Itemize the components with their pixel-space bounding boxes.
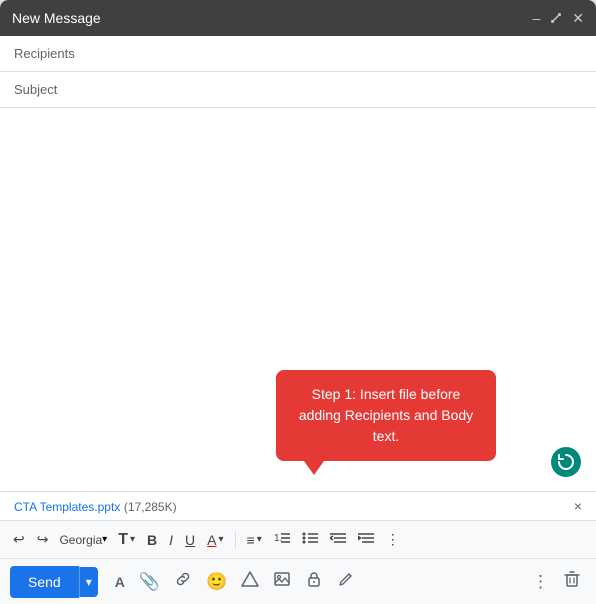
attach-button[interactable]: 📎 [134,567,165,597]
attachment-name: CTA Templates.pptx [14,500,120,514]
pen-button[interactable] [332,565,360,598]
align-button[interactable]: ≡ ▾ [242,528,267,552]
font-color-icon: A [207,532,216,548]
more-formatting-icon: ⋮ [386,531,400,548]
expand-button[interactable] [550,12,562,24]
decrease-indent-button[interactable] [325,527,351,552]
body-area: Step 1: Insert file before adding Recipi… [0,108,596,491]
title-bar: New Message – ✕ [0,0,596,36]
attachment-bar: CTA Templates.pptx (17,285K) × [0,491,596,520]
more-options-icon: ⋮ [532,572,549,592]
format-text-icon: A [115,574,125,590]
bottom-right-icons: ⋮ [527,565,586,598]
tooltip-bubble: Step 1: Insert file before adding Recipi… [276,370,496,461]
photo-icon [273,570,291,593]
italic-icon: I [169,532,173,548]
toolbar-separator-1 [235,531,236,549]
refresh-icon-wrap [550,446,582,481]
increase-indent-icon [358,531,374,548]
decrease-indent-icon [330,531,346,548]
font-dropdown-icon: ▾ [102,534,107,545]
recipients-input[interactable] [14,46,582,61]
undo-button[interactable]: ↩ [8,527,30,552]
subject-row [0,72,596,108]
minimize-button[interactable]: – [532,11,540,25]
font-color-dropdown-icon: ▾ [219,534,224,545]
bold-icon: B [147,532,157,548]
font-size-button[interactable]: T ▾ [113,527,140,553]
bottom-toolbar: Send ▾ A 📎 🙂 [0,558,596,604]
align-dropdown-icon: ▾ [257,534,262,545]
compose-window: New Message – ✕ Step 1: Insert [0,0,596,604]
emoji-icon: 🙂 [206,572,227,592]
underline-button[interactable]: U [180,528,200,552]
send-dropdown-button[interactable]: ▾ [79,567,98,597]
font-size-icon: T [118,531,128,549]
unordered-list-icon [302,531,318,548]
font-selector[interactable]: Georgia ▾ [55,530,111,550]
tooltip-text: Step 1: Insert file before adding Recipi… [299,386,473,444]
tooltip-wrapper: Step 1: Insert file before adding Recipi… [276,370,496,461]
link-icon [174,570,192,593]
formatting-toolbar: ↩ ↪ Georgia ▾ T ▾ B I U A ▾ ≡ ▾ [0,520,596,558]
close-button[interactable]: ✕ [572,11,584,25]
undo-icon: ↩ [13,531,25,548]
attachment-size: (17,285K) [124,500,177,514]
attachment-close-button[interactable]: × [574,498,582,514]
lock-button[interactable] [300,565,328,598]
font-color-button[interactable]: A ▾ [202,528,228,552]
align-icon: ≡ [247,532,255,548]
more-options-button[interactable]: ⋮ [527,567,554,597]
delete-button[interactable] [558,565,586,598]
attach-icon: 📎 [139,572,160,592]
bold-button[interactable]: B [142,528,162,552]
expand-icon [550,12,562,24]
send-button[interactable]: Send [10,566,79,598]
redo-icon: ↪ [37,531,49,548]
drive-button[interactable] [236,565,264,598]
italic-button[interactable]: I [164,528,178,552]
link-button[interactable] [169,565,197,598]
ordered-list-button[interactable]: 1. [269,527,295,552]
pen-icon [337,570,355,593]
photo-button[interactable] [268,565,296,598]
refresh-icon[interactable] [550,446,582,478]
recipients-row [0,36,596,72]
font-size-dropdown-icon: ▾ [130,534,135,545]
underline-icon: U [185,532,195,548]
window-title: New Message [12,10,101,26]
attachment-info: CTA Templates.pptx (17,285K) [14,499,177,514]
trash-icon [563,570,581,593]
font-name-label: Georgia [59,533,102,547]
subject-input[interactable] [14,82,582,97]
lock-icon [305,570,323,593]
format-text-button[interactable]: A [110,569,130,595]
ordered-list-icon: 1. [274,531,290,548]
emoji-button[interactable]: 🙂 [201,567,232,597]
increase-indent-button[interactable] [353,527,379,552]
send-group: Send ▾ [10,566,98,598]
redo-button[interactable]: ↪ [32,527,54,552]
drive-icon [241,570,259,593]
more-formatting-button[interactable]: ⋮ [381,527,405,552]
title-bar-controls: – ✕ [532,11,584,25]
unordered-list-button[interactable] [297,527,323,552]
